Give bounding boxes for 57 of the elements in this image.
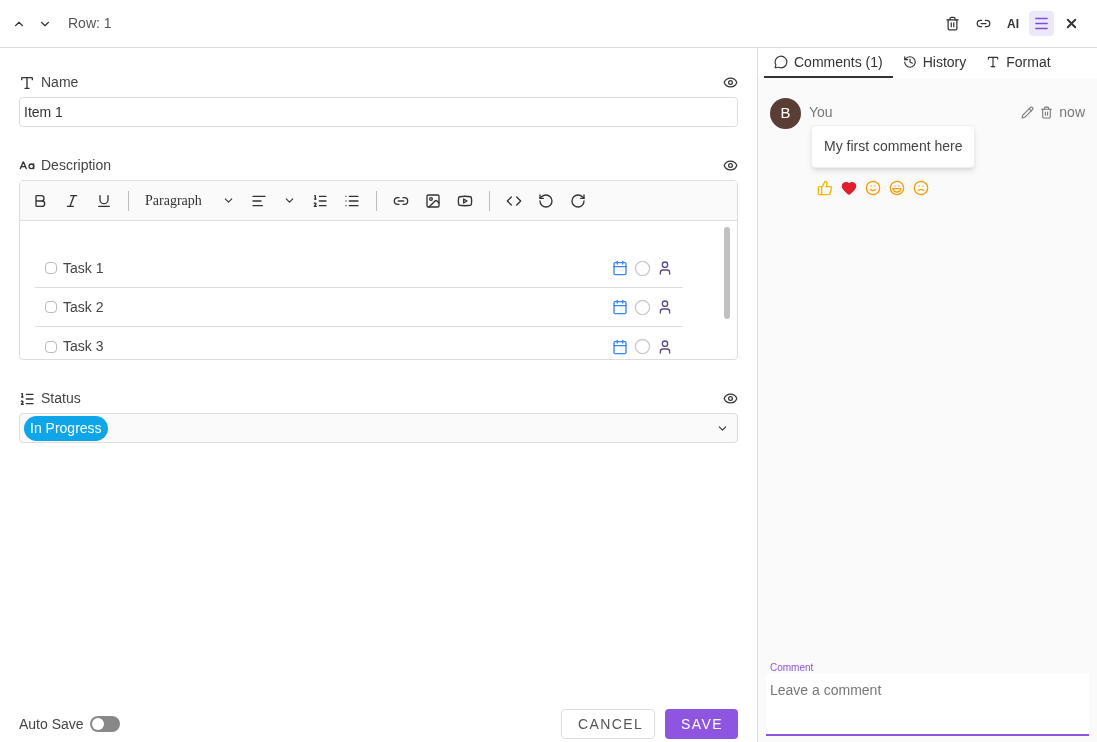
calendar-icon[interactable]	[612, 260, 628, 276]
panel-tab[interactable]: Format	[976, 48, 1061, 78]
auto-save-label: Auto Save	[19, 714, 84, 734]
avatar: B	[770, 98, 801, 129]
history-icon	[902, 55, 917, 69]
person-icon[interactable]	[657, 338, 673, 355]
status-tag: In Progress	[24, 415, 108, 441]
task-text: Task 2	[63, 297, 104, 317]
task-checkbox[interactable]	[45, 262, 57, 274]
scrollbar[interactable]	[724, 227, 730, 319]
speech-bubble-icon	[774, 55, 788, 69]
menu-button[interactable]	[1029, 11, 1054, 36]
italic-icon[interactable]	[64, 192, 80, 209]
underline-icon[interactable]	[96, 192, 112, 209]
task-checkbox[interactable]	[45, 301, 57, 313]
name-field[interactable]: Item 1	[19, 97, 738, 127]
letter-icon	[986, 55, 1001, 69]
field-label: Name	[41, 73, 79, 92]
comment-author: You	[809, 103, 833, 122]
task-checkbox[interactable]	[45, 340, 57, 353]
comment-bubble: My first comment here	[811, 125, 976, 168]
undo-icon[interactable]	[537, 192, 554, 209]
row-label: Row: 1	[68, 14, 112, 33]
ai-button[interactable]: AI	[1001, 8, 1025, 39]
calendar-icon[interactable]	[612, 299, 628, 315]
letter-icon	[19, 74, 35, 91]
task-text: Task 1	[63, 258, 104, 278]
bold-icon[interactable]	[32, 192, 48, 209]
redo-icon[interactable]	[569, 192, 586, 209]
numbered-list-icon[interactable]	[311, 192, 328, 209]
heart-icon[interactable]	[841, 180, 857, 196]
thumbs-up-icon[interactable]	[817, 180, 833, 196]
eye-icon[interactable]	[723, 75, 738, 90]
eye-icon[interactable]	[723, 391, 738, 406]
list-icon	[19, 390, 35, 407]
calendar-icon[interactable]	[612, 338, 628, 355]
person-icon[interactable]	[657, 299, 673, 315]
delete-icon[interactable]	[1040, 106, 1054, 119]
image-icon[interactable]	[424, 192, 441, 209]
edit-icon[interactable]	[1021, 106, 1035, 119]
comment-time: now	[1059, 103, 1085, 122]
save-button[interactable]: SAVE	[665, 709, 738, 739]
task-text: Task 3	[63, 337, 104, 356]
close-icon	[1064, 16, 1079, 31]
cancel-button[interactable]: CANCEL	[561, 709, 655, 739]
trash-icon	[945, 16, 960, 31]
panel-tab[interactable]: History	[892, 48, 977, 78]
auto-save-toggle[interactable]	[89, 716, 120, 732]
field-label: Status	[41, 389, 81, 408]
menu-icon	[1033, 15, 1050, 32]
field-label: Description	[41, 156, 112, 175]
comment-field[interactable]: Leave a comment	[766, 674, 1089, 736]
eye-icon[interactable]	[723, 158, 738, 173]
panel-tab[interactable]: Comments (1)	[764, 48, 893, 78]
block-style-dropdown[interactable]: Paragraph	[145, 190, 235, 211]
person-icon[interactable]	[657, 260, 673, 276]
comment-label: Comment	[770, 662, 815, 674]
